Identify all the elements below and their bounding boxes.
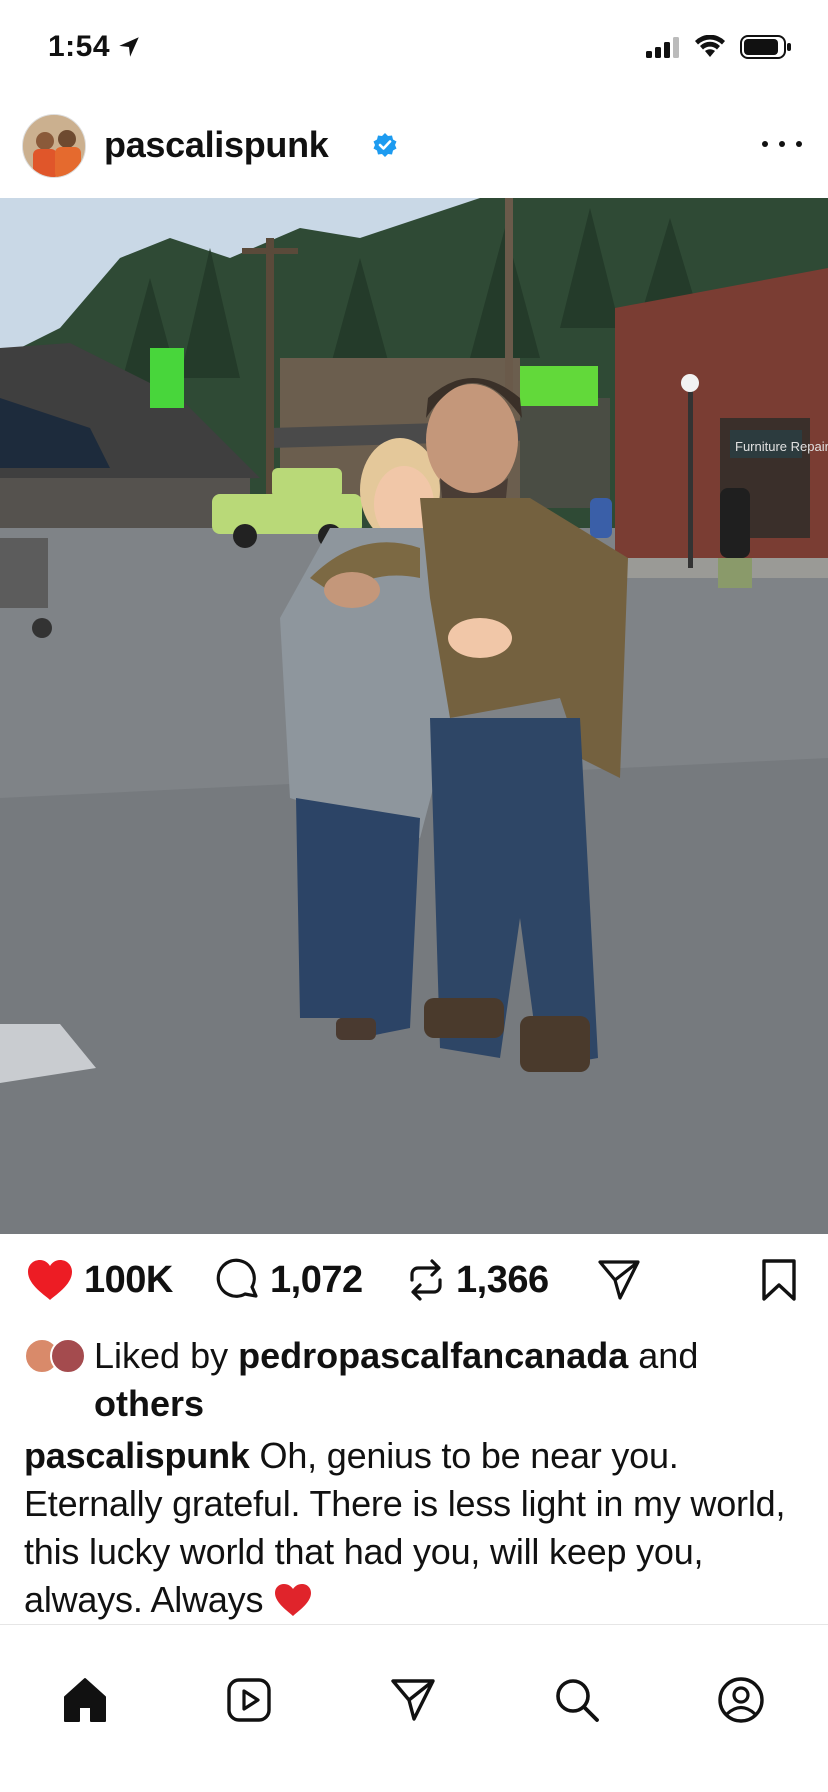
status-bar: 1:54 — [0, 0, 828, 100]
status-indicators — [646, 34, 792, 60]
reposts-count: 1,366 — [456, 1258, 549, 1301]
repost-button[interactable]: 1,366 — [406, 1258, 549, 1302]
send-icon — [391, 1679, 435, 1721]
save-button[interactable] — [760, 1258, 798, 1302]
liked-by-suffix: and — [638, 1335, 699, 1376]
liker-avatar — [50, 1338, 86, 1374]
status-time: 1:54 — [48, 30, 142, 64]
comment-icon — [216, 1258, 258, 1298]
post-header: pascalispunk — [0, 110, 828, 198]
liked-by[interactable]: Liked by pedropascalfancanada and others — [24, 1332, 814, 1428]
status-time-text: 1:54 — [48, 30, 111, 63]
liked-by-prefix: Liked by — [94, 1335, 229, 1376]
nav-home[interactable] — [60, 1675, 110, 1725]
like-button[interactable]: 100K — [26, 1258, 173, 1302]
send-icon — [598, 1260, 640, 1300]
caption-username[interactable]: pascalispunk — [24, 1435, 250, 1476]
furniture-repair-sign: Furniture Repair — [735, 439, 828, 454]
more-options-button[interactable] — [762, 128, 802, 160]
profile-icon — [718, 1677, 764, 1723]
liked-by-user[interactable]: pedropascalfancanada — [238, 1335, 628, 1376]
share-button[interactable] — [596, 1258, 642, 1302]
battery-icon — [740, 35, 791, 59]
post-photo[interactable]: Furniture Repair — [0, 198, 828, 1234]
location-arrow-icon — [119, 37, 139, 57]
liked-by-others[interactable]: others — [24, 1380, 814, 1428]
liker-avatars — [24, 1338, 88, 1376]
more-horizontal-icon — [762, 141, 768, 147]
more-dot — [796, 141, 802, 147]
heart-filled-icon — [28, 1260, 72, 1300]
post-actions: 100K 1,072 1,366 — [0, 1234, 828, 1330]
bottom-nav — [0, 1624, 828, 1792]
post-username[interactable]: pascalispunk — [104, 124, 329, 166]
nav-search[interactable] — [552, 1675, 602, 1725]
likes-count: 100K — [84, 1258, 173, 1301]
nav-profile[interactable] — [716, 1675, 766, 1725]
liked-by-text: Liked by pedropascalfancanada and others — [24, 1332, 814, 1428]
wifi-icon — [695, 35, 725, 57]
search-icon — [556, 1679, 599, 1722]
comment-button[interactable]: 1,072 — [216, 1258, 363, 1302]
bookmark-icon — [762, 1259, 796, 1301]
verified-badge-icon — [373, 133, 397, 157]
comments-count: 1,072 — [270, 1258, 363, 1301]
reels-icon — [227, 1678, 271, 1722]
nav-reels[interactable] — [224, 1675, 274, 1725]
more-dot — [779, 141, 785, 147]
red-heart-emoji-icon — [275, 1584, 312, 1616]
signal-icon — [646, 37, 679, 58]
home-icon — [64, 1678, 106, 1722]
avatar[interactable] — [22, 114, 86, 178]
repost-icon — [410, 1259, 442, 1301]
nav-messages[interactable] — [388, 1675, 438, 1725]
post-caption: pascalispunk Oh, genius to be near you. … — [24, 1432, 814, 1624]
